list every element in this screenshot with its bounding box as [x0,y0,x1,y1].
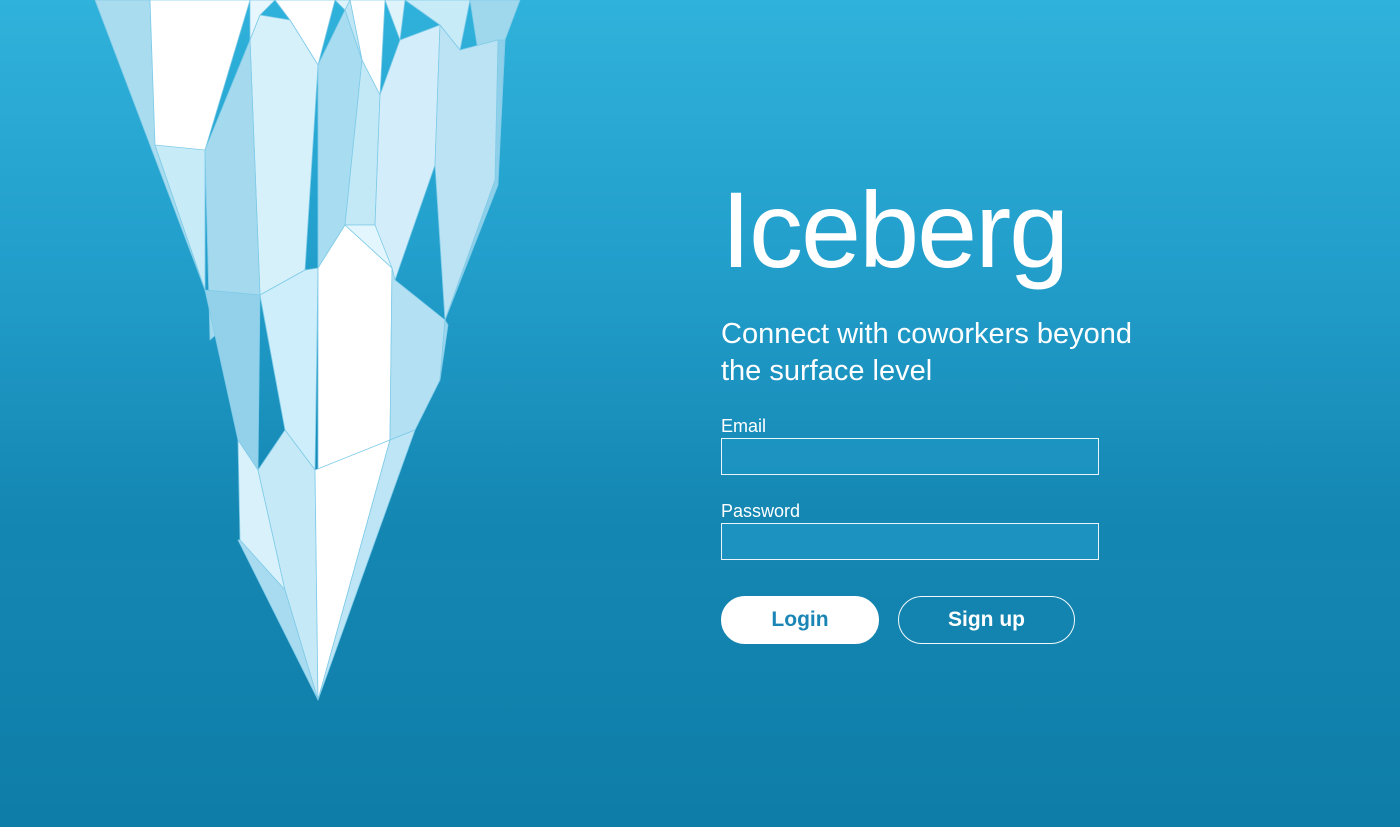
password-label: Password [721,501,801,521]
form-actions: Login Sign up [721,596,1161,644]
password-input[interactable] [721,523,1099,560]
login-button[interactable]: Login [721,596,879,644]
email-label: Email [721,416,767,436]
email-input[interactable] [721,438,1099,475]
signup-button[interactable]: Sign up [898,596,1075,644]
password-field-group: Password [721,501,1161,560]
login-panel: Iceberg Connect with coworkers beyond th… [721,170,1161,644]
iceberg-illustration [94,0,521,701]
tagline: Connect with coworkers beyond the surfac… [721,318,1133,387]
email-field-group: Email [721,416,1161,475]
login-screen: Iceberg Connect with coworkers beyond th… [0,0,1400,827]
app-title: Iceberg [721,169,1069,290]
